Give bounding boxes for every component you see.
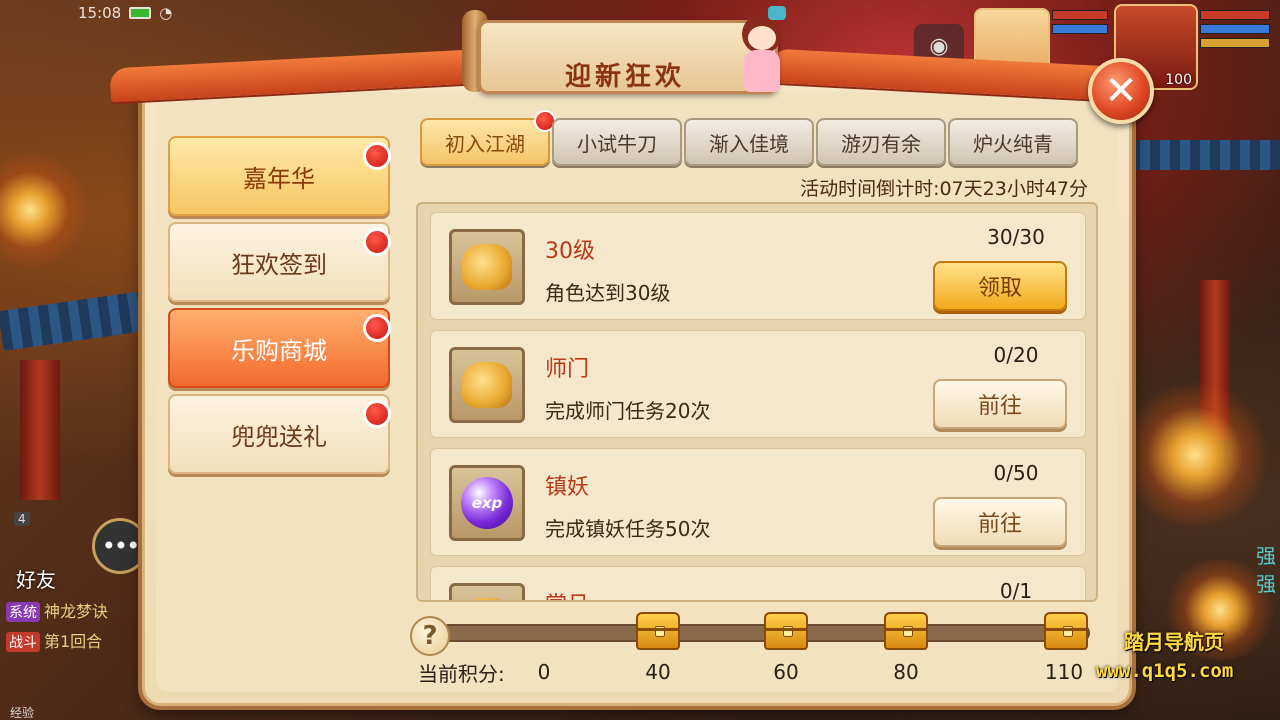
roof-decoration (1130, 140, 1280, 170)
tab-label: 游刃有余 (841, 131, 921, 156)
task-name: 赏月 (545, 587, 589, 600)
task-progress: 0/50 (993, 461, 1039, 485)
close-button[interactable]: ✕ (1088, 58, 1154, 124)
go-button[interactable]: 前往 (933, 379, 1067, 429)
gift-bag-icon (462, 598, 512, 600)
tab-beginner[interactable]: 初入江湖 (420, 110, 556, 166)
reward-icon (449, 347, 525, 423)
task-name: 30级 (545, 239, 595, 264)
roof-decoration (0, 289, 163, 351)
countdown-timer: 活动时间倒计时:07天23小时47分 (800, 174, 1088, 201)
menu-item-shop[interactable]: 乐购商城 (168, 308, 391, 388)
notification-dot (363, 142, 391, 170)
chat-text: 第1回合 (44, 632, 103, 651)
reward-icon (449, 583, 525, 600)
reward-icon (449, 229, 525, 305)
claim-button[interactable]: 领取 (933, 261, 1067, 311)
menu-item-label: 狂欢签到 (231, 250, 327, 279)
pet-hp-bar (1052, 10, 1108, 20)
player-mp-bar (1200, 24, 1270, 34)
fairy-mascot (728, 4, 794, 96)
menu-item-label: 嘉年华 (243, 164, 315, 193)
chat-line[interactable]: 系统 神龙梦诀 (6, 598, 108, 622)
task-progress: 0/20 (993, 343, 1039, 367)
chat-button[interactable]: ••• (92, 518, 148, 574)
menu-item-carnival[interactable]: 嘉年华 (168, 136, 391, 216)
tab-master[interactable]: 炉火纯青 (948, 118, 1078, 166)
friend-button[interactable]: 4 好友 (6, 512, 70, 592)
clock-text: 15:08 (78, 4, 122, 22)
treasure-chest-icon[interactable] (636, 612, 680, 650)
countdown-label: 活动时间倒计时: (800, 178, 940, 200)
firework-decoration (0, 150, 90, 270)
help-icon[interactable]: ? (410, 616, 450, 656)
tab-intermediate[interactable]: 渐入佳境 (684, 118, 814, 166)
tab-label: 炉火纯青 (973, 131, 1053, 156)
gift-bag-icon (462, 362, 512, 408)
close-icon: ✕ (1104, 68, 1138, 114)
task-description: 完成师门任务20次 (545, 399, 711, 423)
milestone-label: 40 (645, 660, 671, 684)
milestone-label: 110 (1044, 660, 1084, 684)
task-list[interactable]: 30级 角色达到30级 30/30 领取 师门 完成师门任务20次 0/20 前… (416, 202, 1098, 602)
task-progress: 30/30 (987, 225, 1045, 249)
task-row: 师门 完成师门任务20次 0/20 前往 (430, 330, 1086, 438)
pillar-decoration (20, 360, 60, 500)
player-level: 100 (1165, 72, 1192, 88)
notification-dot (363, 228, 391, 256)
exp-orb-icon: exp (461, 477, 513, 529)
chat-tag-battle: 战斗 (6, 632, 40, 652)
tab-novice[interactable]: 小试牛刀 (552, 118, 682, 166)
player-hp-bar (1200, 10, 1270, 20)
wifi-icon: ◔ (159, 4, 173, 22)
pet-mp-bar (1052, 24, 1108, 34)
treasure-chest-icon[interactable] (884, 612, 928, 650)
task-progress: 0/1 (999, 579, 1033, 602)
exp-label: 经验 (10, 706, 35, 720)
menu-item-label: 乐购商城 (231, 336, 327, 365)
friend-label: 好友 (16, 568, 56, 592)
task-row: exp 镇妖 完成镇妖任务50次 0/50 前往 (430, 448, 1086, 556)
menu-item-gift[interactable]: 兜兜送礼 (168, 394, 391, 474)
dialog-title: 迎新狂欢 (564, 62, 685, 92)
tab-label: 初入江湖 (445, 131, 525, 156)
task-name: 镇妖 (545, 475, 590, 500)
treasure-chest-icon[interactable] (764, 612, 808, 650)
chat-bubble-icon: ••• (101, 532, 140, 560)
treasure-chest-icon[interactable] (1044, 612, 1088, 650)
side-label: 强 (1256, 544, 1276, 568)
task-description: 角色达到30级 (545, 281, 671, 305)
task-row: 30级 角色达到30级 30/30 领取 (430, 212, 1086, 320)
battery-icon (129, 7, 152, 19)
firework-decoration (1120, 380, 1270, 530)
milestone-label: 80 (893, 660, 919, 684)
reward-icon: exp (449, 465, 525, 541)
watermark-title: 踏月导航页 (1124, 630, 1224, 654)
countdown-value: 07天23小时47分 (939, 178, 1088, 200)
notification-dot (363, 314, 391, 342)
chat-text: 神龙梦诀 (44, 602, 109, 621)
gift-bag-icon (462, 244, 512, 290)
menu-item-signin[interactable]: 狂欢签到 (168, 222, 391, 302)
go-button[interactable]: 前往 (933, 497, 1067, 547)
task-name: 师门 (545, 357, 590, 382)
tab-label: 渐入佳境 (709, 131, 789, 156)
milestone-label: 60 (773, 660, 799, 684)
device-status-bar: 15:08 ◔ (78, 4, 172, 22)
chat-line[interactable]: 战斗 第1回合 (6, 628, 102, 652)
player-sp-bar (1200, 38, 1270, 48)
task-description: 完成镇妖任务50次 (545, 517, 711, 541)
menu-item-label: 兜兜送礼 (231, 422, 327, 451)
tab-advanced[interactable]: 游刃有余 (816, 118, 946, 166)
watermark-url: www.q1q5.com (1096, 660, 1234, 682)
chat-tag-system: 系统 (6, 602, 40, 622)
notification-dot (363, 400, 391, 428)
friend-count: 4 (14, 512, 30, 526)
task-row: 赏月 0/1 (430, 566, 1086, 602)
score-current: 0 (537, 660, 551, 684)
tab-label: 小试牛刀 (577, 131, 657, 156)
score-label: 当前积分: (418, 662, 505, 686)
side-label: 强 (1256, 572, 1276, 596)
